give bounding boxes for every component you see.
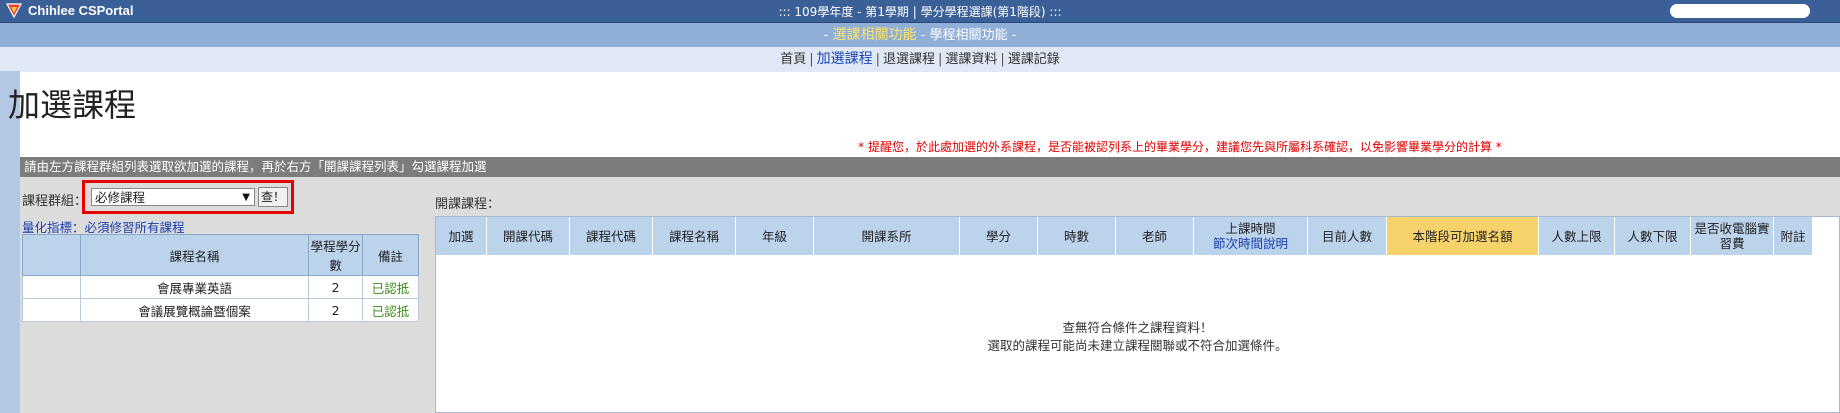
funcbar-prefix: - bbox=[823, 28, 833, 43]
table-header-row: 加選 開課代碼 課程代碼 課程名稱 年級 開課系所 學分 時數 老師 上課時間 … bbox=[436, 217, 1813, 255]
function-bar: - 選課相關功能 - 學程相關功能 - bbox=[0, 23, 1840, 47]
nav-separator: | bbox=[938, 52, 943, 67]
program-functions-link[interactable]: 學程相關功能 bbox=[929, 28, 1007, 43]
col-offering-code: 開課代碼 bbox=[486, 217, 570, 255]
notice-row: * 提醒您，於此處加選的外系課程，是否能被認列系上的畢業學分，建議您先與所屬科系… bbox=[0, 138, 1840, 155]
column-header-blank bbox=[22, 234, 81, 276]
nav-home[interactable]: 首頁 bbox=[780, 52, 806, 67]
col-credits: 學分 bbox=[959, 217, 1038, 255]
credit-notice: * 提醒您，於此處加選的外系課程，是否能被認列系上的畢業學分，建議您先與所屬科系… bbox=[858, 140, 1502, 154]
page-title: 加選課程 bbox=[8, 86, 137, 124]
open-courses-table: 加選 開課代碼 課程代碼 課程名稱 年級 開課系所 學分 時數 老師 上課時間 … bbox=[436, 217, 1813, 255]
period-time-link[interactable]: 節次時間說明 bbox=[1194, 236, 1307, 251]
nav-course-data[interactable]: 選課資料 bbox=[945, 52, 997, 67]
term-title: ::: 109學年度 - 第1學期 | 學分學程選課(第1階段) ::: bbox=[778, 5, 1062, 19]
course-group-select[interactable]: 必修課程 ▼ bbox=[91, 188, 255, 206]
column-header-credits: 學程學分數 bbox=[308, 234, 364, 276]
col-available-seats: 本階段可加選名額 bbox=[1386, 217, 1539, 255]
col-class-time: 上課時間 節次時間說明 bbox=[1193, 217, 1308, 255]
empty-message: 查無符合條件之課程資料！ 選取的課程可能尚未建立課程關聯或不符合加選條件。 bbox=[436, 319, 1839, 355]
col-grade: 年級 bbox=[735, 217, 814, 255]
nav-separator: | bbox=[1000, 52, 1005, 67]
nav-drop-course[interactable]: 退選課程 bbox=[883, 52, 935, 67]
col-course-name: 課程名稱 bbox=[652, 217, 736, 255]
empty-line-1: 查無符合條件之課程資料！ bbox=[1062, 320, 1213, 335]
course-group-highlight: 必修課程 ▼ 查！ bbox=[82, 180, 294, 214]
col-lab-fee: 是否收電腦實習費 bbox=[1690, 217, 1774, 255]
col-add: 加選 bbox=[436, 217, 487, 255]
nav-separator: | bbox=[875, 52, 880, 67]
required-courses-table: 課程名稱 學程學分數 備註 會展專業英語 2 已認抵 會議展覽概論暨個案 2 已… bbox=[22, 234, 419, 322]
funcbar-suffix: - bbox=[1007, 28, 1017, 43]
column-header-note: 備註 bbox=[362, 234, 419, 276]
row-cell-blank bbox=[22, 298, 81, 322]
credits-cell: 2 bbox=[308, 298, 364, 322]
credits-cell: 2 bbox=[308, 275, 364, 299]
table-row[interactable]: 會議展覽概論暨個案 2 已認抵 bbox=[22, 298, 419, 322]
row-cell-blank bbox=[22, 275, 81, 299]
funcbar-separator: - bbox=[916, 28, 930, 43]
col-course-code: 課程代碼 bbox=[569, 217, 653, 255]
note-cell: 已認抵 bbox=[362, 298, 419, 322]
course-functions-link[interactable]: 選課相關功能 bbox=[833, 27, 917, 43]
class-time-label: 上課時間 bbox=[1225, 221, 1276, 236]
course-group-label: 課程群組： bbox=[22, 194, 88, 209]
course-name-cell: 會議展覽概論暨個案 bbox=[79, 298, 310, 322]
nav-course-records[interactable]: 選課記錄 bbox=[1008, 52, 1060, 67]
table-row[interactable]: 會展專業英語 2 已認抵 bbox=[22, 275, 419, 299]
col-remarks: 附註 bbox=[1773, 217, 1813, 255]
col-min: 人數下限 bbox=[1614, 217, 1691, 255]
nav-separator: | bbox=[809, 52, 814, 67]
open-courses-panel: 加選 開課代碼 課程代碼 課程名稱 年級 開課系所 學分 時數 老師 上課時間 … bbox=[435, 216, 1840, 413]
column-header-course-name: 課程名稱 bbox=[79, 234, 310, 276]
col-hours: 時數 bbox=[1037, 217, 1116, 255]
top-bar: Chihlee CSPortal ::: 109學年度 - 第1學期 | 學分學… bbox=[0, 0, 1840, 23]
dropdown-arrow-icon: ▼ bbox=[242, 192, 250, 203]
col-teacher: 老師 bbox=[1115, 217, 1194, 255]
col-max: 人數上限 bbox=[1538, 217, 1615, 255]
table-header-row: 課程名稱 學程學分數 備註 bbox=[22, 234, 419, 276]
note-cell: 已認抵 bbox=[362, 275, 419, 299]
sub-nav: 首頁 | 加選課程 | 退選課程 | 選課資料 | 選課記錄 bbox=[0, 47, 1840, 72]
nav-add-course[interactable]: 加選課程 bbox=[817, 51, 873, 67]
col-current-count: 目前人數 bbox=[1307, 217, 1387, 255]
col-department: 開課系所 bbox=[813, 217, 960, 255]
course-group-value: 必修課程 bbox=[95, 190, 146, 205]
query-button[interactable]: 查！ bbox=[258, 187, 288, 207]
redacted-user-info bbox=[1670, 4, 1810, 18]
empty-line-2: 選取的課程可能尚未建立課程關聯或不符合加選條件。 bbox=[987, 338, 1288, 353]
panel-header: 請由左方課程群組列表選取欲加選的課程，再於右方「開課課程列表」勾選課程加選 bbox=[20, 157, 1840, 177]
course-name-cell: 會展專業英語 bbox=[79, 275, 310, 299]
open-courses-label: 開課課程： bbox=[435, 197, 501, 212]
